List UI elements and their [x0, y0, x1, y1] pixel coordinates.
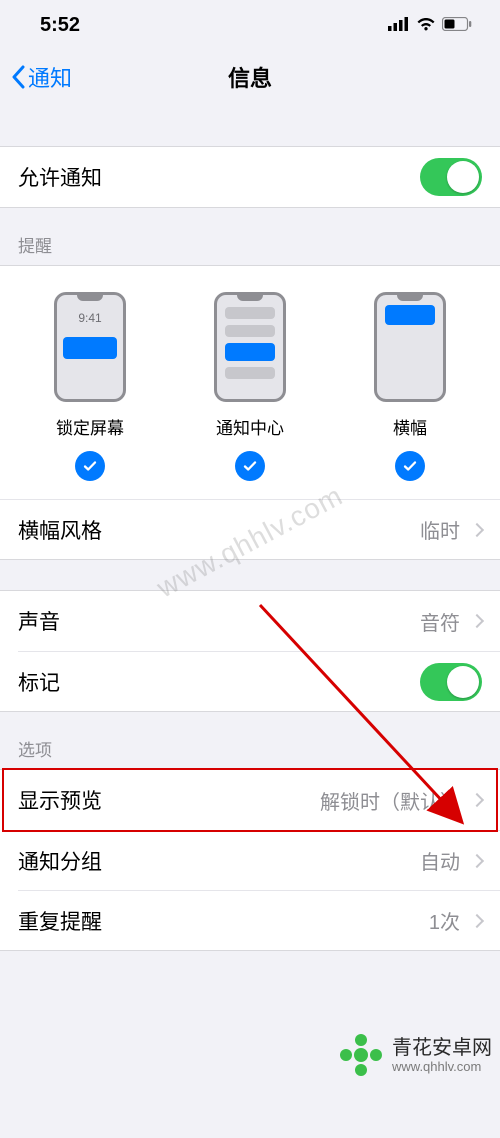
options-group: 显示预览 解锁时（默认） 通知分组 自动 重复提醒 1次 [0, 769, 500, 951]
banner-preview [374, 292, 446, 402]
alert-option-label: 锁定屏幕 [56, 414, 124, 439]
allow-notifications-row[interactable]: 允许通知 [0, 147, 500, 207]
show-previews-row[interactable]: 显示预览 解锁时（默认） [0, 770, 500, 830]
chevron-right-icon [470, 853, 484, 867]
options-header: 选项 [0, 712, 500, 769]
brand-url: www.qhhlv.com [392, 1059, 492, 1074]
chevron-right-icon [470, 913, 484, 927]
repeat-alerts-row[interactable]: 重复提醒 1次 [18, 890, 500, 950]
page-title: 信息 [0, 61, 500, 93]
alerts-group: 9:41 锁定屏幕 通知中心 横幅 [0, 265, 500, 560]
allow-notifications-label: 允许通知 [18, 162, 102, 192]
alerts-options-row: 9:41 锁定屏幕 通知中心 横幅 [0, 266, 500, 499]
sounds-label: 声音 [18, 606, 60, 636]
lock-screen-time: 9:41 [57, 311, 123, 325]
alert-option-label: 通知中心 [216, 414, 284, 439]
status-indicators [388, 14, 472, 37]
chevron-right-icon [470, 793, 484, 807]
alert-option-lock-screen[interactable]: 9:41 锁定屏幕 [20, 292, 160, 481]
badges-label: 标记 [18, 667, 60, 697]
alert-option-banners[interactable]: 横幅 [340, 292, 480, 481]
brand-name: 青花安卓网 [392, 1037, 492, 1059]
checkmark-icon [75, 451, 105, 481]
banner-style-label: 横幅风格 [18, 515, 102, 545]
notification-grouping-value: 自动 [420, 846, 482, 875]
allow-notifications-switch[interactable] [420, 158, 482, 196]
repeat-alerts-label: 重复提醒 [18, 906, 102, 936]
banner-style-value: 临时 [420, 515, 482, 544]
badges-row[interactable]: 标记 [18, 651, 500, 711]
alerts-header: 提醒 [0, 208, 500, 265]
show-previews-value: 解锁时（默认） [320, 786, 482, 815]
status-bar: 5:52 [0, 0, 500, 50]
alert-option-label: 横幅 [393, 414, 427, 439]
brand-watermark: 青花安卓网 www.qhhlv.com [338, 1032, 492, 1078]
notification-grouping-label: 通知分组 [18, 846, 102, 876]
sounds-row[interactable]: 声音 音符 [0, 591, 500, 651]
chevron-left-icon [10, 65, 26, 89]
brand-logo-icon [338, 1032, 384, 1078]
checkmark-icon [395, 451, 425, 481]
banner-style-row[interactable]: 横幅风格 临时 [0, 499, 500, 559]
notification-grouping-row[interactable]: 通知分组 自动 [18, 830, 500, 890]
cellular-icon [388, 14, 410, 37]
checkmark-icon [235, 451, 265, 481]
status-time: 5:52 [40, 14, 80, 37]
back-label: 通知 [28, 61, 72, 93]
sound-badge-group: 声音 音符 标记 [0, 590, 500, 712]
nav-bar: 通知 信息 [0, 50, 500, 104]
alert-option-notification-center[interactable]: 通知中心 [180, 292, 320, 481]
lock-screen-preview: 9:41 [54, 292, 126, 402]
repeat-alerts-value: 1次 [429, 906, 482, 935]
allow-notifications-group: 允许通知 [0, 146, 500, 208]
chevron-right-icon [470, 614, 484, 628]
notification-center-preview [214, 292, 286, 402]
chevron-right-icon [470, 522, 484, 536]
wifi-icon [416, 14, 436, 37]
show-previews-label: 显示预览 [18, 785, 102, 815]
back-button[interactable]: 通知 [0, 61, 72, 93]
badges-switch[interactable] [420, 663, 482, 701]
battery-icon [442, 14, 472, 37]
sounds-value: 音符 [420, 607, 482, 636]
